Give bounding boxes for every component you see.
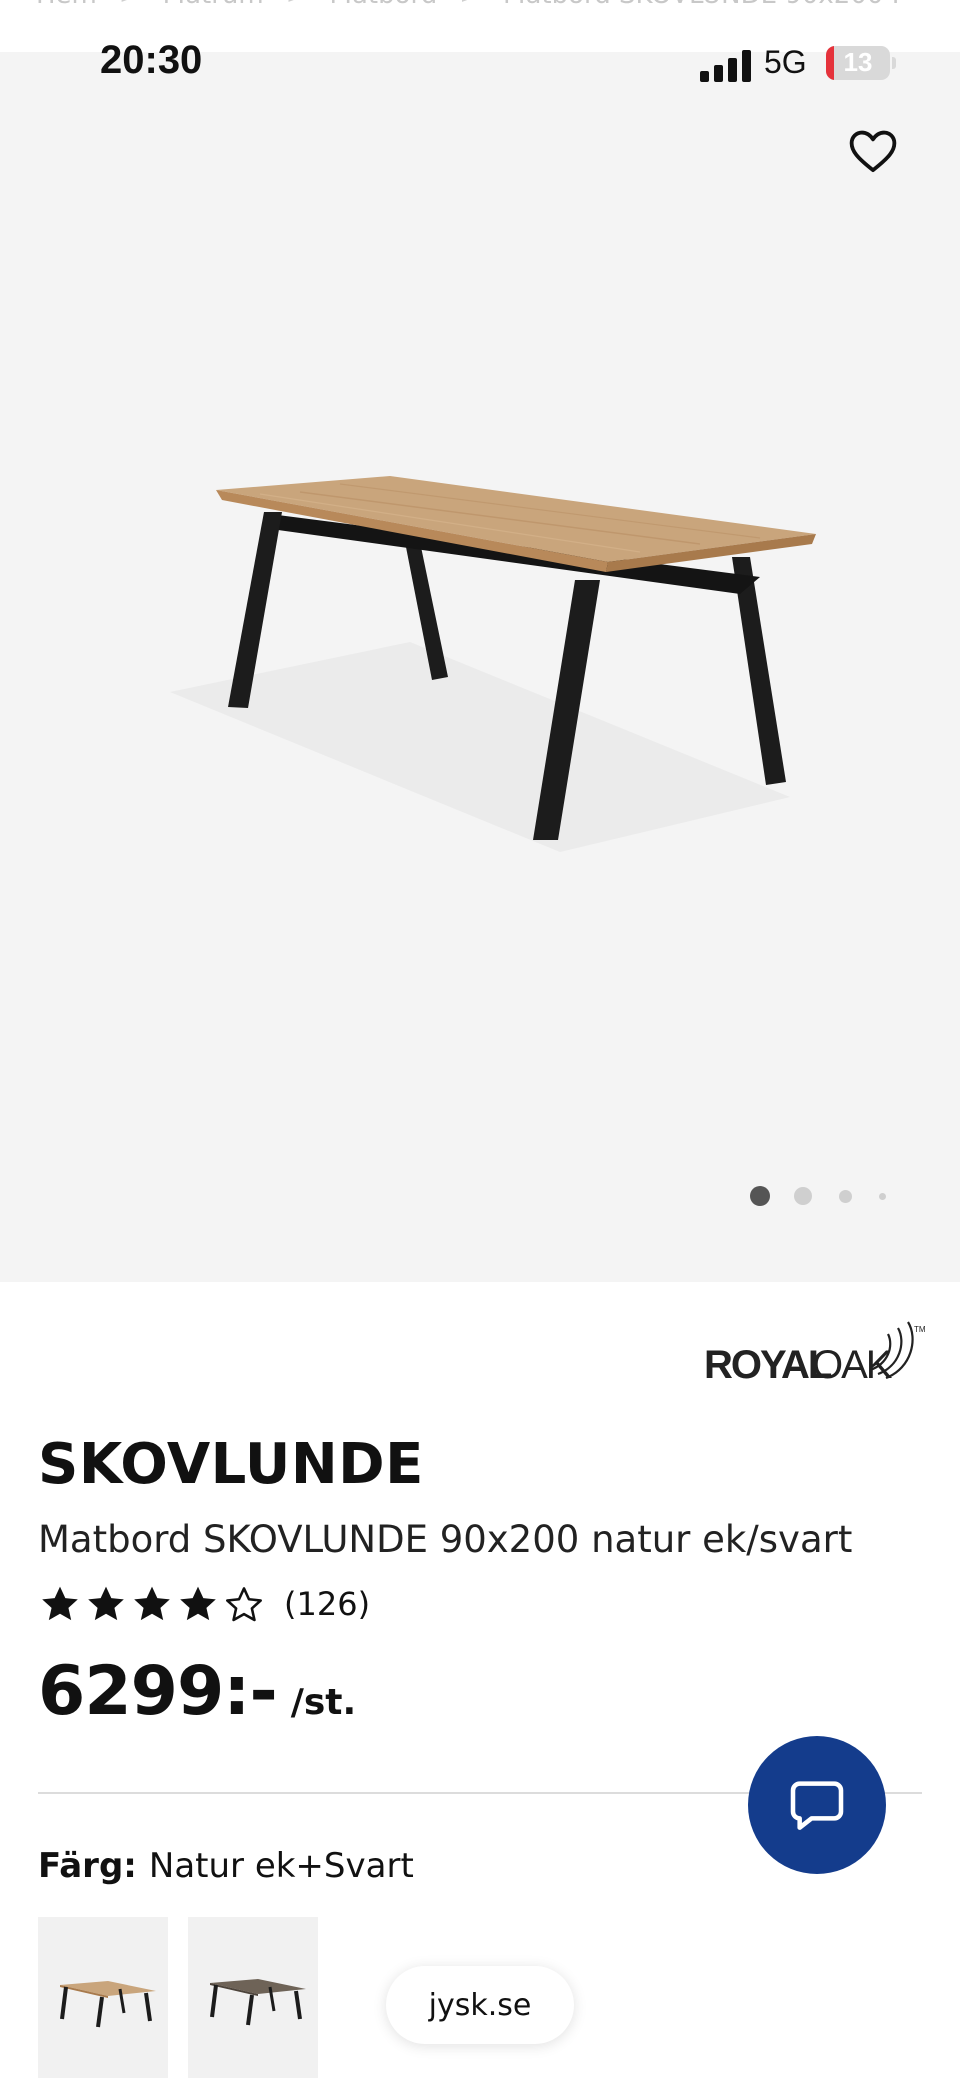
- product-rating[interactable]: (126): [38, 1582, 370, 1626]
- gallery-dot[interactable]: [879, 1193, 886, 1200]
- battery-icon: 13: [826, 46, 890, 80]
- battery-level: 13: [843, 47, 873, 77]
- chat-bubble-icon: [790, 1781, 844, 1830]
- breadcrumb-separator: >: [119, 0, 141, 10]
- breadcrumb-item-dining-room[interactable]: Matrum: [163, 0, 264, 10]
- gallery-dot[interactable]: [839, 1190, 852, 1203]
- star-empty-icon: [226, 1587, 262, 1622]
- review-count[interactable]: (126): [284, 1585, 370, 1623]
- battery-tip: [892, 57, 896, 69]
- status-time: 20:30: [100, 38, 203, 82]
- breadcrumb-separator: >: [459, 0, 481, 10]
- product-description: Matbord SKOVLUNDE 90x200 natur ek/svart: [38, 1518, 853, 1561]
- color-option-mork-ek-svart[interactable]: [188, 1917, 318, 2078]
- breadcrumb-separator: >: [286, 0, 308, 10]
- star-filled-icon: [180, 1586, 216, 1621]
- royal-oak-logo: ROYAL OAK TM: [704, 1321, 926, 1387]
- logo-tm: TM: [914, 1325, 926, 1334]
- signal-bars-icon: [700, 48, 752, 82]
- breadcrumb-item-current: Matbord SKOVLUNDE 90x200 I: [503, 0, 899, 10]
- rating-stars: [38, 1582, 266, 1626]
- price-unit: /st.: [290, 1682, 357, 1723]
- star-filled-icon: [134, 1586, 170, 1621]
- breadcrumb-item-home[interactable]: Hem: [36, 0, 97, 10]
- color-selector: Färg: Natur ek+Svart: [38, 1846, 414, 1886]
- chat-button[interactable]: [748, 1736, 886, 1874]
- product-price: 6299:- /st.: [38, 1652, 356, 1731]
- breadcrumb: Hem > Matrum > Matbord > Matbord SKOVLUN…: [36, 0, 936, 14]
- status-bar: 20:30 5G 13: [0, 30, 960, 100]
- product-gallery[interactable]: [0, 52, 960, 1282]
- heart-outline-icon[interactable]: [846, 124, 900, 178]
- browser-url: jysk.se: [428, 1987, 532, 2023]
- color-label: Färg:: [38, 1846, 137, 1886]
- browser-url-pill[interactable]: jysk.se: [386, 1966, 574, 2044]
- product-title: SKOVLUNDE: [38, 1432, 424, 1497]
- gallery-dot[interactable]: [794, 1187, 812, 1205]
- network-type: 5G: [764, 44, 807, 80]
- brand-logo[interactable]: ROYAL OAK TM: [700, 1320, 930, 1390]
- color-option-natur-ek-svart[interactable]: [38, 1917, 168, 2078]
- swatch-table-image: [60, 1981, 156, 2028]
- swatch-table-image: [210, 1979, 306, 2026]
- star-filled-icon: [88, 1586, 124, 1621]
- gallery-dot-active[interactable]: [750, 1186, 770, 1206]
- color-value: Natur ek+Svart: [148, 1846, 414, 1886]
- star-filled-icon: [42, 1586, 78, 1621]
- product-image-table: [170, 476, 816, 852]
- breadcrumb-item-dining-tables[interactable]: Matbord: [330, 0, 438, 10]
- price-value: 6299:-: [38, 1652, 278, 1731]
